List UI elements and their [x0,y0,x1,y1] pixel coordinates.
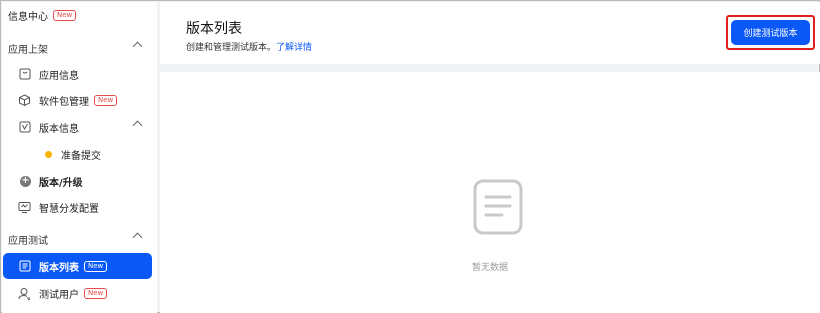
sidebar-item-label: 版本信息 [39,123,79,135]
learn-more-link[interactable]: 了解详情 [276,43,312,53]
empty-state-text: 暂无数据 [471,263,508,273]
chevron-up-icon [132,120,143,131]
new-badge: New [84,260,108,272]
sidebar-item-version-upgrade[interactable]: + 版本/升级 [2,168,157,194]
sidebar-item-label: 应用信息 [39,70,79,82]
list-icon [18,260,31,273]
sidebar-group-app-testing[interactable]: 应用测试 [2,226,157,252]
package-icon [18,93,31,107]
chevron-up-icon [132,41,143,52]
sidebar-item-test-users[interactable]: 测试用户 New [2,280,157,306]
new-badge: New [84,287,108,299]
sidebar-item-package-management[interactable]: 软件包管理 New [2,87,157,113]
sidebar-item-version-info[interactable]: 版本信息 [2,114,157,140]
sidebar-item-label: 智慧分发配置 [39,203,99,215]
smart-distribution-icon [18,201,31,214]
chevron-up-icon [132,232,143,243]
sidebar-item-label: 版本/升级 [39,177,83,189]
create-test-version-button[interactable]: 创建测试版本 [731,20,810,45]
page-header: 版本列表 创建和管理测试版本。了解详情 创建测试版本 [160,2,820,64]
sidebar: 信息中心 New 应用上架 应用信息 软件包管理 New 版本信息 准备提交 +… [2,2,157,313]
sidebar-item-label: 准备提交 [61,150,101,162]
sidebar-item-info-center[interactable]: 信息中心 New [2,2,157,28]
sidebar-group-app-listing[interactable]: 应用上架 [2,35,157,61]
sidebar-item-label: 信息中心 [8,11,48,23]
new-badge: New [94,94,118,106]
yellow-dot-icon [45,150,52,158]
sidebar-item-app-info[interactable]: 应用信息 [2,61,157,87]
page-subtitle: 创建和管理测试版本。了解详情 [186,40,312,53]
sidebar-item-version-list[interactable]: 版本列表 New [3,253,152,279]
empty-document-icon [472,178,524,236]
create-button-highlight: 创建测试版本 [726,15,815,50]
user-icon [18,287,31,300]
new-badge: New [53,9,77,21]
sidebar-item-prepare-submit[interactable]: 准备提交 [2,141,157,167]
sidebar-group-label: 应用测试 [8,235,48,247]
subtitle-text: 创建和管理测试版本。 [186,43,277,53]
version-list-panel: 暂无数据 [160,72,820,313]
page-title: 版本列表 [186,21,242,37]
sidebar-item-label: 测试用户 [39,289,79,301]
sidebar-item-label: 软件包管理 [39,96,89,108]
app-info-icon [18,68,31,81]
app-frame: 信息中心 New 应用上架 应用信息 软件包管理 New 版本信息 准备提交 +… [0,0,820,313]
plus-circle-icon: + [20,174,31,187]
version-info-icon [18,121,31,134]
sidebar-item-smart-distribution[interactable]: 智慧分发配置 [2,194,157,220]
sidebar-item-label: 版本列表 [39,262,79,274]
sidebar-group-label: 应用上架 [8,44,48,56]
